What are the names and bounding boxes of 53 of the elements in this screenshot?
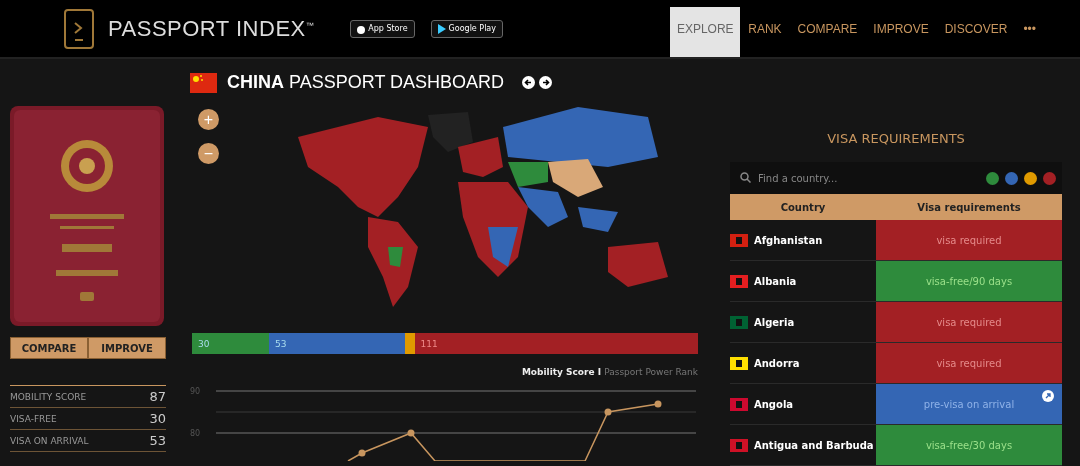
country-name: Angola — [754, 398, 794, 410]
stat-value: 53 — [149, 433, 166, 448]
google-play-badge[interactable]: Google Play — [430, 19, 503, 38]
external-link-icon[interactable] — [1042, 390, 1054, 402]
chart-legend: Mobility Score I Passport Power Rank — [521, 367, 698, 377]
logo-icon — [64, 8, 94, 49]
column-header: Country — [779, 201, 827, 213]
logo-text: PASSPORT INDEX$^{™}$ — [108, 15, 315, 42]
stat-value: 87 — [149, 389, 166, 404]
dashboard-title: CHINA PASSPORT DASHBOARD — [227, 72, 505, 93]
data-point — [654, 400, 662, 408]
visa-status: visa-free/90 days — [876, 261, 1062, 301]
nav-tab[interactable]: COMPARE — [789, 7, 866, 57]
app-store-badge[interactable]: App Store — [350, 19, 415, 38]
bar-segment: 111 — [414, 333, 698, 354]
data-point — [358, 449, 366, 457]
visa-status: visa required — [876, 343, 1062, 383]
filter-dot[interactable] — [986, 171, 999, 185]
search-icon — [740, 172, 751, 183]
stat-label: MOBILITY SCORE — [10, 391, 87, 402]
nav-tab[interactable]: DISCOVER — [936, 7, 1016, 57]
country-name: Algeria — [754, 316, 795, 328]
country-name: Albania — [754, 275, 797, 287]
country-name: Andorra — [754, 357, 800, 369]
country-name: Afghanistan — [754, 234, 823, 246]
visa-status: visa required — [876, 220, 1062, 260]
filter-dot[interactable] — [1005, 171, 1018, 185]
bar-segment: 53 — [268, 333, 405, 354]
passport-button[interactable]: COMPARE — [10, 337, 88, 359]
data-point — [604, 408, 612, 416]
search-field[interactable]: Find a country... — [730, 162, 980, 194]
nav-tab[interactable]: RANK — [740, 7, 790, 57]
previous-icon[interactable] — [522, 76, 536, 89]
filter-dot[interactable] — [1024, 171, 1037, 185]
flag-icon — [190, 72, 217, 93]
column-header: Visa requirements — [916, 201, 1022, 213]
stat-value: 30 — [149, 411, 166, 426]
visa-status: visa required — [876, 302, 1062, 342]
visa-status: visa-free/30 days — [876, 425, 1062, 465]
nav-tab[interactable]: EXPLORE — [670, 7, 741, 57]
nav-tab[interactable]: IMPROVE — [865, 7, 937, 57]
visa-status: pre-visa on arrival — [876, 384, 1062, 424]
data-point — [407, 429, 415, 437]
stat-label: VISA ON ARRIVAL — [10, 435, 89, 446]
bar-segment: 30 — [192, 333, 269, 354]
next-icon[interactable] — [539, 76, 553, 89]
panel-title: VISA REQUIREMENTS — [827, 131, 965, 146]
stat-label: VISA-FREE — [10, 413, 57, 424]
nav-tab[interactable]: ••• — [1015, 7, 1044, 57]
passport-button[interactable]: IMPROVE — [88, 337, 166, 359]
play-icon — [437, 23, 446, 34]
country-name: Antigua and Barbuda — [754, 439, 874, 451]
filter-dot[interactable] — [1043, 171, 1056, 185]
